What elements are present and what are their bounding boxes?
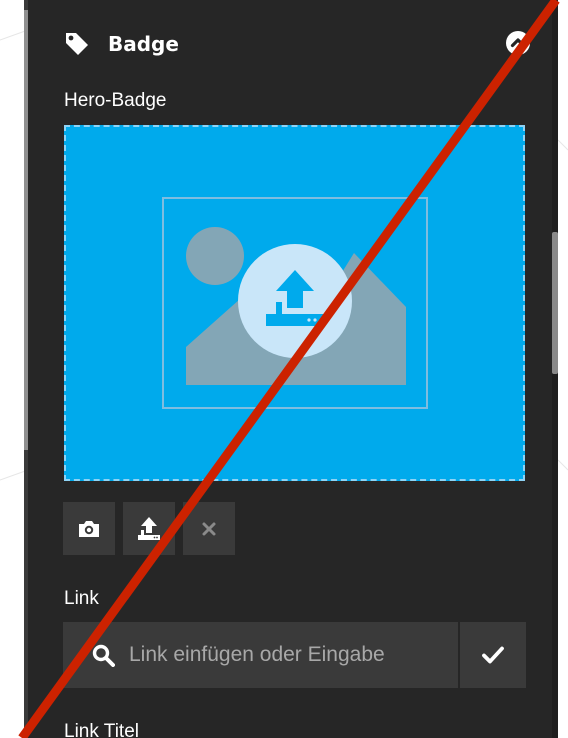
check-icon [482, 646, 504, 664]
tag-icon [66, 33, 88, 55]
badge-section-header[interactable]: Badge [64, 28, 534, 60]
collapse-button[interactable] [506, 31, 530, 55]
camera-icon [79, 520, 99, 537]
section-title: Badge [108, 32, 179, 56]
image-dropzone[interactable] [64, 125, 525, 481]
search-icon [92, 644, 115, 667]
close-icon [202, 522, 216, 535]
scrollbar-thumb[interactable] [552, 232, 558, 374]
camera-button[interactable] [63, 502, 115, 555]
upload-circle[interactable] [238, 244, 352, 358]
link-title-label: Link Titel [64, 721, 139, 738]
link-field [63, 622, 526, 688]
remove-image-button[interactable] [183, 502, 235, 555]
link-confirm-button[interactable] [460, 622, 526, 688]
chevron-up-icon [510, 38, 526, 48]
upload-icon [266, 270, 324, 326]
link-input[interactable] [129, 632, 457, 678]
link-label: Link [64, 588, 99, 609]
upload-button[interactable] [123, 502, 175, 555]
upload-icon [138, 516, 160, 540]
hero-badge-label: Hero-Badge [64, 90, 167, 111]
